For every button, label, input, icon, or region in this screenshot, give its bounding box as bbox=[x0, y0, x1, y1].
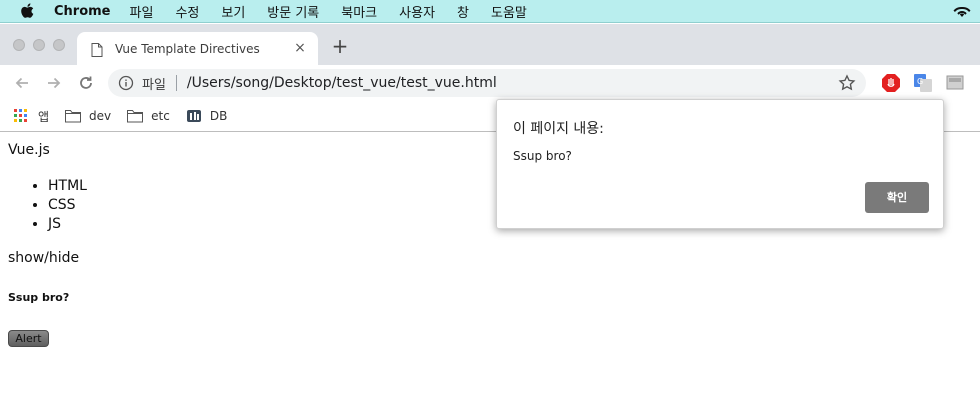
wifi-icon[interactable] bbox=[952, 3, 972, 19]
folder-icon bbox=[65, 109, 82, 123]
url-text[interactable]: /Users/song/Desktop/test_vue/test_vue.ht… bbox=[187, 75, 497, 91]
list-item: CSS bbox=[48, 196, 87, 215]
tab-strip: Vue Template Directives × + bbox=[0, 24, 980, 65]
reload-button[interactable] bbox=[76, 73, 96, 93]
dialog-message: Ssup bro? bbox=[513, 149, 572, 163]
star-icon[interactable] bbox=[838, 74, 856, 92]
bookmark-etc[interactable]: etc bbox=[127, 109, 170, 123]
extension-icon[interactable] bbox=[945, 73, 965, 93]
menu-edit[interactable]: 수정 bbox=[175, 2, 199, 21]
alert-button[interactable]: Alert bbox=[8, 330, 49, 347]
toggle-text: show/hide bbox=[8, 250, 80, 266]
menu-help[interactable]: 도움말 bbox=[491, 2, 527, 21]
folder-icon bbox=[127, 109, 144, 123]
bookmark-apps[interactable]: 앱 bbox=[14, 108, 49, 125]
dialog-ok-button[interactable]: 확인 bbox=[865, 182, 929, 213]
list-item: JS bbox=[48, 215, 87, 234]
bookmark-label: 앱 bbox=[38, 109, 50, 124]
adblock-icon[interactable] bbox=[881, 73, 901, 93]
menu-people[interactable]: 사용자 bbox=[399, 2, 435, 21]
menu-view[interactable]: 보기 bbox=[221, 2, 245, 21]
dialog-title: 이 페이지 내용: bbox=[513, 121, 604, 137]
tab-close-icon[interactable]: × bbox=[292, 40, 308, 56]
menu-app-name[interactable]: Chrome bbox=[54, 4, 111, 19]
db-icon bbox=[186, 109, 202, 123]
translate-icon[interactable]: G bbox=[913, 73, 933, 93]
menu-bar: Chrome 파일 수정 보기 방문 기록 북마크 사용자 창 도움말 bbox=[0, 0, 980, 23]
alert-dialog: 이 페이지 내용: Ssup bro? 확인 bbox=[496, 99, 944, 229]
scheme-label: 파일 bbox=[142, 77, 166, 93]
menu-history[interactable]: 방문 기록 bbox=[267, 2, 319, 21]
bookmark-label: DB bbox=[209, 109, 228, 123]
close-window-button[interactable] bbox=[13, 39, 25, 51]
new-tab-button[interactable]: + bbox=[331, 36, 349, 56]
svg-text:G: G bbox=[917, 77, 923, 86]
menu-bookmarks[interactable]: 북마크 bbox=[341, 2, 377, 21]
forward-button[interactable] bbox=[44, 73, 64, 93]
document-icon bbox=[91, 42, 103, 57]
menu-file[interactable]: 파일 bbox=[130, 2, 154, 21]
menu-window[interactable]: 창 bbox=[457, 2, 469, 21]
bookmark-db[interactable]: DB bbox=[186, 109, 227, 123]
tab-title: Vue Template Directives bbox=[115, 41, 260, 56]
message-text: Ssup bro? bbox=[8, 291, 70, 304]
bookmark-label: etc bbox=[151, 109, 170, 123]
bookmark-dev[interactable]: dev bbox=[65, 109, 111, 123]
minimize-window-button[interactable] bbox=[33, 39, 45, 51]
address-divider bbox=[175, 75, 177, 91]
tech-list: HTML CSS JS bbox=[48, 177, 87, 234]
page-title: Vue.js bbox=[8, 142, 50, 158]
address-bar[interactable]: 파일 /Users/song/Desktop/test_vue/test_vue… bbox=[108, 69, 866, 97]
zoom-window-button[interactable] bbox=[53, 39, 65, 51]
alert-button-label: Alert bbox=[15, 332, 42, 345]
bookmark-label: dev bbox=[89, 109, 112, 123]
back-button[interactable] bbox=[12, 73, 32, 93]
toolbar: 파일 /Users/song/Desktop/test_vue/test_vue… bbox=[0, 65, 980, 101]
apple-icon[interactable] bbox=[20, 3, 36, 19]
info-icon[interactable] bbox=[118, 75, 134, 91]
tab-active[interactable]: Vue Template Directives × bbox=[77, 32, 318, 65]
list-item: HTML bbox=[48, 177, 87, 196]
apps-grid-icon bbox=[14, 109, 30, 123]
